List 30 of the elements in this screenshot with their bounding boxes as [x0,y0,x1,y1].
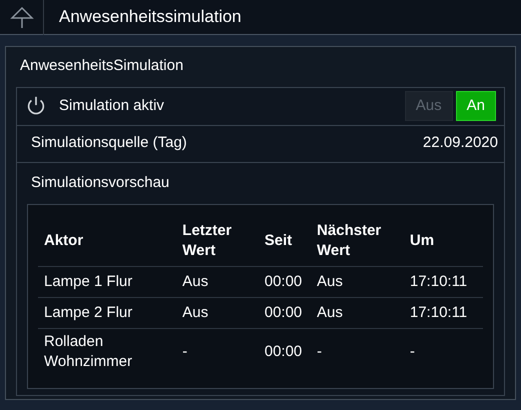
preview-label: Simulationsvorschau [30,172,170,192]
table-cell-text: - [316,342,323,362]
table-cell-text: Aus [316,272,344,292]
table-cell-text: Aus [181,272,210,292]
table-cell-text: 00:00 [263,342,304,362]
column-header: Seit [263,230,293,250]
table-cell-text: 00:00 [263,272,304,292]
column-header: Nächster Wert [316,220,382,260]
window-title: Anwesenheitssimulation [59,6,242,28]
toggle-option[interactable]: Aus [404,91,453,121]
table-cell-text: Lampe 1 Flur [43,272,134,292]
table-cell-text: 17:10:11 [408,272,468,292]
table-cell-text: 17:10:11 [408,303,468,323]
toggle-label: Simulation aktiv [59,96,164,116]
table-cell-text: 00:00 [263,303,304,323]
table-cell-text: Lampe 2 Flur [43,303,134,323]
column-header: Aktor [43,230,84,250]
panel-title: AnwesenheitsSimulation [19,56,184,76]
toggle-option[interactable]: An [456,91,496,121]
up-arrow-icon [10,5,34,29]
column-header: Um [408,230,436,250]
table-cell-text: - [408,342,416,362]
source-date: 22.09.2020 [422,133,498,154]
table-cell-text: Aus [181,303,210,323]
column-header: Letzter Wert [181,220,233,260]
source-label: Simulationsquelle (Tag) [31,133,187,154]
table-cell-text: Aus [316,303,344,323]
table-cell-text: - [181,342,188,362]
table-cell-text: Rolladen Wohnzimmer [43,332,134,372]
power-icon [25,95,47,117]
